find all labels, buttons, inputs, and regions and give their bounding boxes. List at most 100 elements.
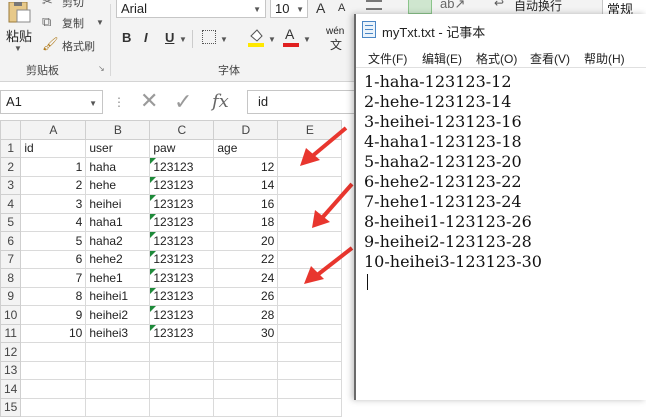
cell-e[interactable]	[277, 379, 343, 399]
cell-c[interactable]	[149, 379, 215, 399]
cell-a[interactable]: 9	[20, 305, 87, 325]
row-header[interactable]: 9	[0, 286, 22, 306]
cell-d[interactable]: 24	[213, 268, 279, 288]
paste-button[interactable]: 粘贴	[6, 26, 32, 45]
format-painter-button[interactable]: 格式刷	[62, 38, 95, 54]
row-header[interactable]: 11	[0, 323, 22, 343]
fill-color-dropdown-icon[interactable]: ▼	[268, 35, 276, 44]
row-header[interactable]: 1	[0, 138, 22, 158]
cell-c[interactable]: 123123	[149, 286, 215, 306]
row-header[interactable]: 15	[0, 397, 22, 417]
cell-a[interactable]: 7	[20, 268, 87, 288]
column-header[interactable]: D	[213, 120, 279, 140]
cell-c[interactable]: 123123	[149, 323, 215, 343]
row-header[interactable]: 12	[0, 342, 22, 362]
menu-edit[interactable]: 编辑(E)	[422, 50, 462, 67]
cell-d[interactable]: 30	[213, 323, 279, 343]
underline-button[interactable]: U	[165, 30, 174, 45]
cell-e[interactable]	[277, 360, 343, 380]
row-header[interactable]: 3	[0, 175, 22, 195]
cell-c[interactable]: 123123	[149, 157, 215, 177]
cell-b[interactable]	[85, 342, 151, 362]
cell-a[interactable]: 4	[20, 212, 87, 232]
cell-d[interactable]: 20	[213, 231, 279, 251]
enter-icon[interactable]: ✓	[174, 89, 192, 115]
cell-b[interactable]: haha2	[85, 231, 151, 251]
cell-e[interactable]	[277, 323, 343, 343]
cell-c[interactable]: 123123	[149, 231, 215, 251]
cell-a[interactable]	[20, 379, 87, 399]
font-color-button[interactable]: A	[283, 26, 299, 48]
row-header[interactable]: 5	[0, 212, 22, 232]
cell-b[interactable]: haha1	[85, 212, 151, 232]
cell-d[interactable]: 18	[213, 212, 279, 232]
cell-d[interactable]: 12	[213, 157, 279, 177]
cell-e[interactable]	[277, 305, 343, 325]
clipboard-launcher-icon[interactable]: ↘	[98, 64, 105, 73]
row-header[interactable]: 8	[0, 268, 22, 288]
name-box[interactable]: A1 ▼	[0, 90, 103, 114]
cell-b[interactable]: hehe1	[85, 268, 151, 288]
cell-b[interactable]: heihei3	[85, 323, 151, 343]
cell-d[interactable]	[213, 342, 279, 362]
cell-e[interactable]	[277, 286, 343, 306]
notepad-title-bar[interactable]: myTxt.txt - 记事本	[356, 14, 646, 46]
shrink-font-button[interactable]: A	[338, 2, 345, 14]
font-name-select[interactable]: Arial ▼	[116, 0, 266, 18]
column-header[interactable]: A	[20, 120, 87, 140]
cell-d[interactable]: 26	[213, 286, 279, 306]
column-header[interactable]: C	[149, 120, 215, 140]
cell-b[interactable]	[85, 397, 151, 417]
cell-b[interactable]: haha	[85, 157, 151, 177]
cell-c[interactable]	[149, 360, 215, 380]
cell-c[interactable]: paw	[149, 138, 215, 158]
row-header[interactable]: 2	[0, 157, 22, 177]
paste-icon[interactable]	[6, 1, 32, 24]
fill-color-icon[interactable]	[248, 26, 264, 48]
cell-e[interactable]	[277, 342, 343, 362]
cell-d[interactable]: age	[213, 138, 279, 158]
cell-a[interactable]: id	[20, 138, 87, 158]
font-size-select[interactable]: 10 ▼	[270, 0, 308, 18]
row-header[interactable]: 14	[0, 379, 22, 399]
wrap-text-icon[interactable]: ↩	[494, 0, 504, 10]
cell-a[interactable]: 5	[20, 231, 87, 251]
cut-button[interactable]: 剪切	[62, 0, 84, 10]
borders-icon[interactable]	[202, 30, 216, 44]
cell-a[interactable]	[20, 397, 87, 417]
insert-function-icon[interactable]: fx	[212, 91, 229, 112]
cell-a[interactable]: 8	[20, 286, 87, 306]
cell-b[interactable]: user	[85, 138, 151, 158]
bold-button[interactable]: B	[122, 30, 131, 45]
row-header[interactable]: 4	[0, 194, 22, 214]
column-header[interactable]: B	[85, 120, 151, 140]
cell-b[interactable]: heihei	[85, 194, 151, 214]
menu-view[interactable]: 查看(V)	[530, 50, 570, 67]
cell-a[interactable]: 3	[20, 194, 87, 214]
font-name-dropdown-icon[interactable]: ▼	[253, 5, 261, 14]
orientation-icon[interactable]: ab↗	[440, 0, 465, 12]
row-header[interactable]: 13	[0, 360, 22, 380]
cell-c[interactable]: 123123	[149, 305, 215, 325]
cell-a[interactable]	[20, 360, 87, 380]
cell-d[interactable]: 16	[213, 194, 279, 214]
cell-a[interactable]: 2	[20, 175, 87, 195]
font-color-dropdown-icon[interactable]: ▼	[303, 35, 311, 44]
paste-dropdown-icon[interactable]: ▼	[14, 44, 22, 53]
cell-c[interactable]	[149, 342, 215, 362]
cell-b[interactable]	[85, 360, 151, 380]
underline-dropdown-icon[interactable]: ▼	[179, 35, 187, 44]
cell-c[interactable]: 123123	[149, 194, 215, 214]
row-header[interactable]: 10	[0, 305, 22, 325]
italic-button[interactable]: I	[144, 30, 148, 45]
borders-dropdown-icon[interactable]: ▼	[220, 35, 228, 44]
row-header[interactable]: 6	[0, 231, 22, 251]
align-center-icon[interactable]	[408, 0, 432, 14]
cell-e[interactable]	[277, 397, 343, 417]
cell-d[interactable]	[213, 397, 279, 417]
cell-c[interactable]: 123123	[149, 268, 215, 288]
cell-d[interactable]	[213, 360, 279, 380]
cell-c[interactable]: 123123	[149, 249, 215, 269]
align-icon[interactable]	[366, 0, 382, 10]
cell-b[interactable]: hehe	[85, 175, 151, 195]
